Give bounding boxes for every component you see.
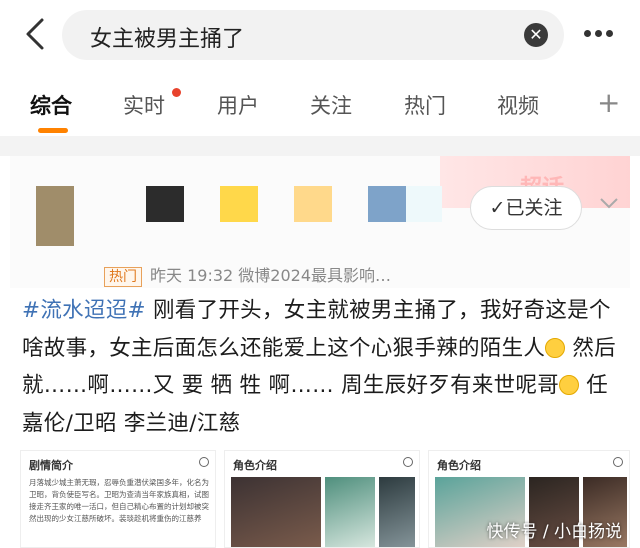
avatar[interactable] bbox=[36, 186, 74, 246]
chevron-left-icon bbox=[26, 18, 44, 50]
headphone-icon bbox=[199, 457, 209, 467]
emoji-icon bbox=[559, 375, 580, 395]
tab-hot[interactable]: 热门 bbox=[404, 90, 446, 120]
search-header: 女主被男主捅了 ✕ bbox=[0, 0, 640, 70]
post-timestamp: 昨天 19:32 微博2024最具影响… bbox=[150, 266, 392, 285]
image-grid: 剧情简介 月落城少城主萧无瑕，忍辱负重潜伏梁国多年，化名为卫昭，背负使臣写名。卫… bbox=[20, 450, 630, 548]
image-thumbnail[interactable]: 剧情简介 月落城少城主萧无瑕，忍辱负重潜伏梁国多年，化名为卫昭，背负使臣写名。卫… bbox=[20, 450, 216, 548]
hot-badge: 热门 bbox=[104, 267, 142, 287]
mosaic-block bbox=[146, 186, 184, 222]
card-body: 月落城少城主萧无瑕，忍辱负重潜伏梁国多年，化名为卫昭，背负使臣写名。卫昭为查清当… bbox=[29, 478, 209, 523]
tab-bar: 综合 实时 用户 关注 热门 视频 + bbox=[0, 80, 640, 136]
character-photo bbox=[231, 477, 321, 547]
card-title: 角色介绍 bbox=[233, 459, 277, 472]
character-photo bbox=[379, 477, 415, 547]
mosaic-block bbox=[294, 186, 332, 222]
tab-following[interactable]: 关注 bbox=[310, 90, 352, 120]
card-title: 剧情简介 bbox=[29, 459, 73, 472]
watermark: 快传号 / 小白扬说 bbox=[486, 522, 622, 542]
card-title: 角色介绍 bbox=[437, 459, 481, 472]
chevron-down-icon[interactable] bbox=[598, 192, 620, 214]
tab-comprehensive[interactable]: 综合 bbox=[30, 90, 72, 120]
mosaic-block bbox=[220, 186, 258, 222]
section-divider bbox=[0, 136, 640, 156]
headphone-icon bbox=[613, 457, 623, 467]
post-meta: 热门 昨天 19:32 微博2024最具影响… bbox=[104, 262, 391, 287]
back-button[interactable] bbox=[16, 14, 56, 54]
image-thumbnail[interactable]: 角色介绍 bbox=[224, 450, 420, 548]
mosaic-block bbox=[406, 186, 442, 222]
hashtag-link[interactable]: #流水迢迢# bbox=[22, 298, 146, 323]
add-tab-icon[interactable]: + bbox=[597, 86, 620, 119]
tab-realtime[interactable]: 实时 bbox=[123, 90, 165, 120]
search-query: 女主被男主捅了 bbox=[90, 27, 245, 52]
mosaic-block bbox=[368, 186, 406, 222]
post-body: #流水迢迢# 刚看了开头，女主就被男主捅了，我好奇这是个啥故事，女主后面怎么还能… bbox=[22, 292, 628, 442]
tab-video[interactable]: 视频 bbox=[497, 90, 539, 120]
character-photo bbox=[325, 477, 375, 547]
dot-icon bbox=[584, 30, 591, 37]
emoji-icon bbox=[545, 337, 566, 358]
dot-icon bbox=[595, 30, 602, 37]
follow-button[interactable]: ✓已关注 bbox=[470, 186, 582, 230]
active-tab-indicator bbox=[38, 128, 68, 133]
dot-icon bbox=[606, 30, 613, 37]
search-input[interactable]: 女主被男主捅了 ✕ bbox=[62, 10, 564, 60]
more-options-button[interactable] bbox=[584, 22, 624, 46]
tab-users[interactable]: 用户 bbox=[217, 90, 259, 120]
post-header: 超话 ✓已关注 热门昨天 19:32 微博2024最具影响… bbox=[10, 156, 630, 288]
headphone-icon bbox=[403, 457, 413, 467]
notification-dot bbox=[172, 88, 181, 97]
clear-icon[interactable]: ✕ bbox=[524, 23, 548, 47]
